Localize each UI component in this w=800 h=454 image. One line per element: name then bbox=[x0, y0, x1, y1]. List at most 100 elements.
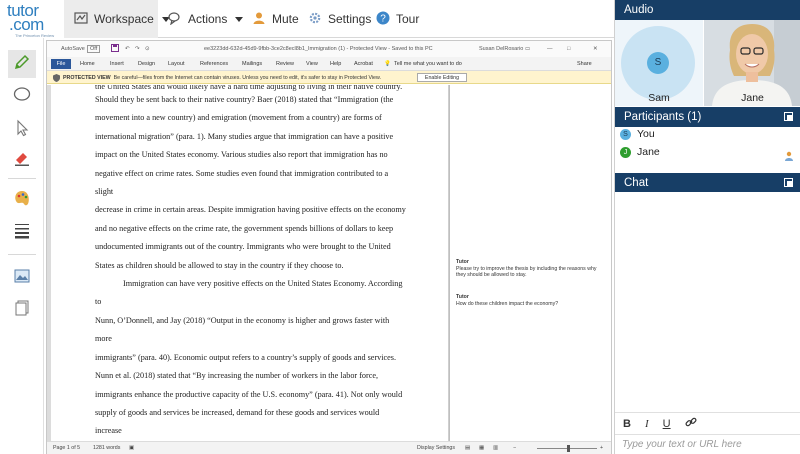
select-tool[interactable] bbox=[8, 116, 36, 144]
display-settings-button[interactable]: Display Settings bbox=[417, 445, 455, 451]
tab-layout[interactable]: Layout bbox=[168, 61, 185, 67]
sam-avatar: S bbox=[647, 52, 669, 74]
popout-icon[interactable] bbox=[784, 178, 793, 187]
eraser-tool[interactable] bbox=[8, 146, 36, 174]
image-tool[interactable] bbox=[8, 264, 36, 292]
chevron-down-icon bbox=[235, 16, 244, 22]
line-width-icon bbox=[13, 221, 31, 244]
participants-list: S You J Jane bbox=[615, 126, 800, 170]
eraser-icon bbox=[13, 149, 31, 172]
comments-margin: Tutor Please try to improve the thesis b… bbox=[449, 85, 611, 441]
word-user-name: Susan DelRosario bbox=[479, 46, 524, 52]
ribbon-display-icon[interactable]: ▭ bbox=[525, 46, 530, 52]
proofing-icon[interactable]: ▣ bbox=[129, 445, 134, 451]
tour-button[interactable]: ? Tour bbox=[376, 0, 419, 38]
undo-icon[interactable]: ↶ bbox=[125, 46, 130, 52]
jane-video-tile: Jane bbox=[704, 20, 800, 106]
close-icon[interactable]: ✕ bbox=[593, 46, 598, 52]
tutor-comment[interactable]: Tutor Please try to improve the thesis b… bbox=[456, 259, 606, 279]
color-palette-tool[interactable] bbox=[8, 186, 36, 214]
paragraph-line: international migration” (para. 1). Many… bbox=[95, 131, 394, 141]
customize-icon[interactable]: ⊙ bbox=[145, 46, 150, 52]
settings-button[interactable]: Settings bbox=[308, 0, 371, 38]
page-count: Page 1 of 5 bbox=[53, 445, 81, 451]
zoom-slider-thumb[interactable] bbox=[567, 445, 570, 452]
chat-title: Chat bbox=[624, 177, 649, 189]
tab-insert[interactable]: Insert bbox=[110, 61, 124, 67]
underline-button[interactable]: U bbox=[663, 418, 671, 430]
read-mode-icon[interactable]: ▤ bbox=[465, 445, 470, 451]
save-icon[interactable] bbox=[111, 44, 119, 54]
cursor-icon bbox=[13, 119, 31, 142]
paragraph-line: States as children should be allowed to … bbox=[95, 260, 344, 270]
image-icon bbox=[13, 267, 31, 290]
ellipse-tool[interactable] bbox=[8, 82, 36, 110]
toolbar-divider bbox=[8, 254, 36, 255]
bold-button[interactable]: B bbox=[623, 418, 631, 430]
mute-button[interactable]: Mute bbox=[252, 0, 299, 38]
print-layout-icon[interactable]: ▦ bbox=[479, 445, 484, 451]
copy-tool[interactable] bbox=[8, 296, 36, 324]
document-body: the United States and would likely have … bbox=[95, 85, 407, 441]
tour-label: Tour bbox=[396, 12, 420, 26]
paragraph-line: negative effect on crime rates. Some stu… bbox=[95, 168, 389, 197]
shield-icon bbox=[53, 74, 60, 84]
participant-name: Jane bbox=[637, 146, 660, 158]
popout-icon[interactable] bbox=[784, 112, 793, 121]
minimize-icon[interactable]: — bbox=[547, 46, 553, 52]
pencil-tool[interactable] bbox=[8, 50, 36, 78]
paragraph-line: immigrants enhance the productive capaci… bbox=[95, 389, 403, 399]
redo-icon[interactable]: ↷ bbox=[135, 46, 140, 52]
document-title: ee3223dd-632d-45d9-9fbb-3ce2c8ecl8b1_Imm… bbox=[204, 46, 433, 52]
chat-header: Chat bbox=[615, 173, 800, 193]
participant-row[interactable]: S You bbox=[620, 126, 655, 142]
zoom-in-icon[interactable]: + bbox=[600, 445, 603, 451]
protected-view-bar: PROTECTED VIEW Be careful—files from the… bbox=[47, 71, 611, 84]
tab-design[interactable]: Design bbox=[138, 61, 155, 67]
tab-mailings[interactable]: Mailings bbox=[242, 61, 262, 67]
tab-view[interactable]: View bbox=[306, 61, 318, 67]
chat-input[interactable] bbox=[615, 434, 800, 454]
enable-editing-button[interactable]: Enable Editing bbox=[417, 73, 467, 82]
protected-view-text: Be careful—files from the Internet can c… bbox=[113, 75, 382, 81]
participant-row[interactable]: J Jane bbox=[620, 144, 660, 160]
sam-name: Sam bbox=[648, 92, 670, 104]
restore-icon[interactable]: □ bbox=[567, 46, 570, 52]
participant-avatar: J bbox=[620, 146, 631, 158]
paragraph-line: Nunn et al. (2018) stated that “By incre… bbox=[95, 371, 379, 381]
participants-header: Participants (1) bbox=[615, 107, 800, 127]
workspace-icon bbox=[74, 11, 94, 28]
line-width-tool[interactable] bbox=[8, 218, 36, 246]
pencil-icon bbox=[13, 53, 31, 76]
svg-text:?: ? bbox=[380, 13, 386, 24]
paragraph-line: impact on the United States economy. Var… bbox=[95, 150, 388, 160]
tutor-logo: tutor .com The Princeton Review bbox=[0, 0, 64, 38]
tutor-comment[interactable]: Tutor How do these children impact the e… bbox=[456, 294, 606, 307]
actions-menu[interactable]: Actions bbox=[168, 0, 244, 38]
chat-format-toolbar: B I U bbox=[615, 412, 800, 434]
tab-file[interactable]: File bbox=[51, 59, 71, 69]
participants-title: Participants (1) bbox=[624, 111, 702, 123]
tab-references[interactable]: References bbox=[200, 61, 228, 67]
comment-text: Please try to improve the thesis by incl… bbox=[456, 265, 597, 279]
workspace-menu[interactable]: Workspace bbox=[64, 0, 170, 38]
italic-button[interactable]: I bbox=[645, 418, 649, 430]
session-panel: Audio S Sam Jane Participants (1) S You … bbox=[614, 0, 800, 454]
mute-label: Mute bbox=[272, 12, 299, 26]
tell-me-search[interactable]: Tell me what you want to do bbox=[394, 61, 462, 67]
paragraph-line: and no negative effects on the crime rat… bbox=[95, 223, 394, 233]
document-area: the United States and would likely have … bbox=[47, 85, 611, 441]
word-ribbon-tabs: File Home Insert Design Layout Reference… bbox=[47, 57, 611, 71]
tab-home[interactable]: Home bbox=[80, 61, 95, 67]
tab-help[interactable]: Help bbox=[330, 61, 341, 67]
web-layout-icon[interactable]: ▥ bbox=[493, 445, 498, 451]
link-icon[interactable] bbox=[685, 416, 697, 431]
autosave-toggle[interactable]: Off bbox=[87, 45, 101, 53]
tab-acrobat[interactable]: Acrobat bbox=[354, 61, 373, 67]
tab-review[interactable]: Review bbox=[276, 61, 294, 67]
zoom-out-icon[interactable]: − bbox=[513, 445, 516, 451]
share-button[interactable]: Share bbox=[577, 61, 592, 67]
tell-me-icon[interactable]: 💡 bbox=[384, 61, 391, 67]
top-toolbar: tutor .com The Princeton Review Workspac… bbox=[0, 0, 614, 38]
drawing-toolbar bbox=[0, 38, 44, 454]
